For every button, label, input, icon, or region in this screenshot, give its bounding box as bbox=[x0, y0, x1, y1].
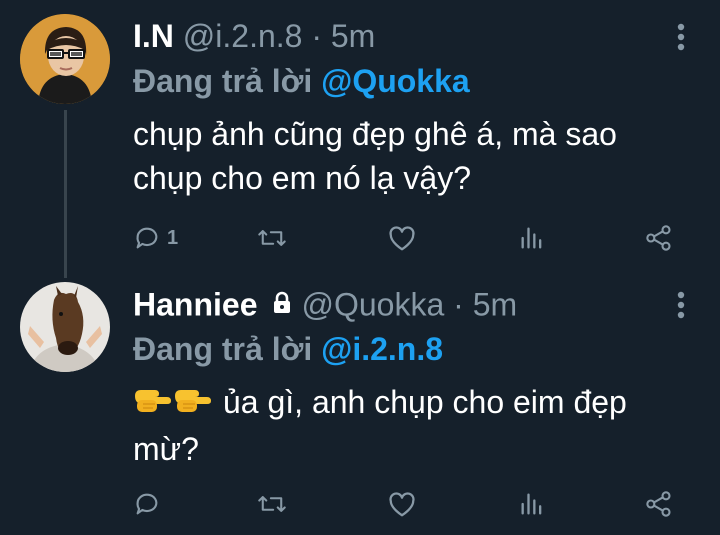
timestamp[interactable]: · 5m bbox=[311, 18, 375, 54]
thread-connector bbox=[64, 110, 67, 278]
mention-link[interactable]: @i.2.n.8 bbox=[321, 331, 443, 367]
tweet-text: ủa gì, anh chụp cho eim đẹp mừ? bbox=[133, 380, 703, 471]
like-button[interactable] bbox=[387, 220, 417, 256]
avatar[interactable] bbox=[20, 282, 110, 372]
pointing-hand-emoji bbox=[133, 382, 213, 427]
replying-label: Đang trả lời bbox=[133, 63, 313, 99]
reply-button[interactable] bbox=[133, 486, 167, 522]
action-bar bbox=[133, 486, 693, 522]
analytics-icon bbox=[519, 490, 545, 518]
timestamp[interactable]: · 5m bbox=[453, 286, 517, 322]
heart-icon bbox=[387, 224, 417, 252]
tweet-text-line: ủa gì, anh chụp cho eim đẹp bbox=[133, 380, 703, 427]
display-name[interactable]: Hanniee bbox=[133, 286, 257, 322]
reply-count: 1 bbox=[167, 226, 179, 249]
tweet-text-content: ủa gì, anh chụp cho eim đẹp bbox=[223, 384, 627, 420]
share-icon bbox=[645, 490, 673, 518]
reply-button[interactable]: 1 bbox=[133, 220, 178, 256]
tweet-text-line: mừ? bbox=[133, 431, 199, 468]
avatar[interactable] bbox=[20, 14, 110, 104]
mention-link[interactable]: @Quokka bbox=[321, 63, 470, 99]
more-vertical-icon[interactable] bbox=[676, 22, 686, 52]
action-bar: 1 bbox=[133, 220, 693, 256]
username[interactable]: @i.2.n.8 bbox=[183, 18, 303, 54]
analytics-button[interactable] bbox=[519, 486, 545, 522]
tweet-text-line: chụp ảnh cũng đẹp ghê á, mà sao bbox=[133, 116, 617, 152]
tweet[interactable]: I.N @i.2.n.8 · 5m Đang trả lời @Quokka c… bbox=[0, 0, 720, 278]
tweet-text: chụp ảnh cũng đẹp ghê á, mà sao chụp cho… bbox=[133, 112, 703, 200]
analytics-icon bbox=[519, 224, 545, 252]
tweet-text-line: chụp cho em nó lạ vậy? bbox=[133, 160, 471, 196]
reply-icon bbox=[133, 224, 161, 252]
replying-label: Đang trả lời bbox=[133, 331, 313, 367]
reply-icon bbox=[133, 490, 161, 518]
retweet-icon bbox=[257, 490, 287, 518]
lock-icon bbox=[271, 285, 293, 323]
heart-icon bbox=[387, 490, 417, 518]
tweet-header: Hanniee @Quokka · 5m bbox=[133, 285, 660, 329]
like-button[interactable] bbox=[387, 486, 417, 522]
replying-to: Đang trả lời @i.2.n.8 bbox=[133, 330, 443, 368]
retweet-button[interactable] bbox=[257, 220, 287, 256]
retweet-icon bbox=[257, 224, 287, 252]
analytics-button[interactable] bbox=[519, 220, 545, 256]
display-name[interactable]: I.N bbox=[133, 18, 174, 54]
username[interactable]: @Quokka bbox=[301, 286, 444, 322]
share-button[interactable] bbox=[645, 486, 673, 522]
more-vertical-icon[interactable] bbox=[676, 290, 686, 320]
tweet[interactable]: Hanniee @Quokka · 5m Đang trả lời @i.2.n.… bbox=[0, 268, 720, 535]
replying-to: Đang trả lời @Quokka bbox=[133, 62, 470, 100]
tweet-header: I.N @i.2.n.8 · 5m bbox=[133, 17, 660, 55]
share-button[interactable] bbox=[645, 220, 673, 256]
share-icon bbox=[645, 224, 673, 252]
retweet-button[interactable] bbox=[257, 486, 287, 522]
